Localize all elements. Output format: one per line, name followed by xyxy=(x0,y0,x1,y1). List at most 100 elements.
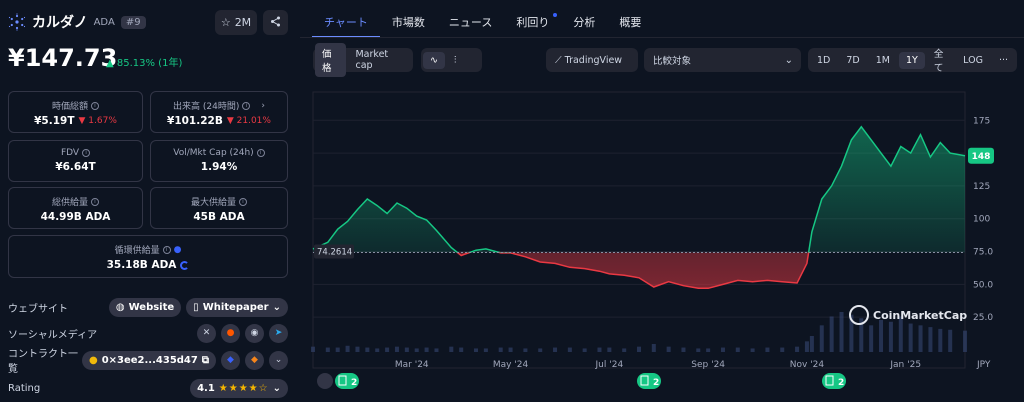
coin-info-panel: カルダノ ADA #9 ☆ 2M ¥147.73 ▲ 85.13% (1年) 時… xyxy=(0,0,296,402)
data-point xyxy=(638,277,640,279)
website-button[interactable]: ◍ Website xyxy=(108,297,182,317)
data-point xyxy=(623,274,625,276)
wallet-icon[interactable]: ◆ xyxy=(221,350,240,370)
compare-select[interactable]: 比較対象 ⌄ xyxy=(644,48,801,72)
volume-bar xyxy=(474,348,478,352)
range-1m-button[interactable]: 1M xyxy=(869,52,897,69)
market-cap-value: ¥5.19T xyxy=(34,115,75,127)
volume-bar xyxy=(414,348,419,352)
volume-bar xyxy=(622,348,627,352)
y-tick-label: 100 xyxy=(973,215,990,225)
info-icon[interactable]: i xyxy=(256,149,265,157)
price-chart[interactable]: 25.0 50.0 75.0 100 125 175 Mar '24 May '24 Jul '… xyxy=(300,84,1024,402)
y-tick-label: 125 xyxy=(973,182,990,192)
tradingview-button[interactable]: ⟋ TradingView xyxy=(546,48,638,72)
volume-bar xyxy=(666,346,671,352)
volume-bar xyxy=(553,347,558,352)
coin-name: カルダノ xyxy=(32,15,88,31)
range-all-button[interactable]: 全て xyxy=(927,43,954,77)
volume-bar xyxy=(839,312,844,352)
info-icon[interactable]: i xyxy=(91,197,99,206)
volume-value: ¥101.22B xyxy=(167,115,223,127)
whitepaper-button[interactable]: ▯ Whitepaper ⌄ xyxy=(186,297,288,317)
circulating-supply-card: 循環供給量 i ● 35.18B ADA xyxy=(8,235,288,278)
max-supply-card: 最大供給量 i 45B ADA xyxy=(150,187,288,229)
cardano-logo-icon xyxy=(8,13,26,31)
tab-markets[interactable]: 市場数 xyxy=(380,8,437,38)
candlestick-icon[interactable]: ⫶ xyxy=(447,52,463,69)
circulating-label: 循環供給量 xyxy=(114,246,160,256)
reddit-icon[interactable]: ● xyxy=(221,323,240,343)
data-point xyxy=(436,230,438,232)
info-icon[interactable]: i xyxy=(239,197,247,206)
data-point xyxy=(707,287,709,289)
volume-bar xyxy=(819,325,824,352)
event-badge-count: 2 xyxy=(653,378,659,388)
x-tick-label: May '24 xyxy=(493,360,529,370)
chevron-down-icon[interactable]: ⌄ xyxy=(269,350,288,370)
telegram-icon[interactable]: ➤ xyxy=(269,323,288,343)
range-1d-button[interactable]: 1D xyxy=(810,52,837,69)
data-point xyxy=(347,221,349,223)
volume-bar xyxy=(375,348,380,352)
volume-bar xyxy=(637,346,641,352)
info-icon[interactable]: i xyxy=(162,245,171,254)
star-rating-icon: ★★★★☆ xyxy=(218,382,269,394)
volume-card[interactable]: 出来高 (24時間) i › ¥101.22B ▼ 21.01% xyxy=(150,91,288,133)
contract-address-button[interactable]: ● 0×3ee2...435d47 ⧉ xyxy=(81,350,216,370)
volume-bar xyxy=(449,346,454,352)
y-tick-label: 25.0 xyxy=(973,313,993,323)
rating-button[interactable]: 4.1 ★★★★☆ ⌄ xyxy=(190,378,288,398)
copy-icon[interactable]: ⧉ xyxy=(202,355,209,366)
github-icon[interactable]: ◉ xyxy=(245,323,264,343)
tab-about[interactable]: 概要 xyxy=(607,8,653,38)
tab-chart[interactable]: チャート xyxy=(312,8,380,38)
data-point xyxy=(525,256,527,258)
range-7d-button[interactable]: 7D xyxy=(839,52,866,69)
volume-bar xyxy=(498,347,503,352)
currency-label: JPY xyxy=(976,360,991,370)
data-point xyxy=(851,139,853,141)
price-chart-svg: 25.0 50.0 75.0 100 125 175 Mar '24 May '24 Jul '… xyxy=(311,91,994,389)
star-icon: ☆ xyxy=(220,16,231,29)
volume-bar xyxy=(311,346,315,352)
share-button[interactable] xyxy=(263,10,288,35)
price-toggle-button[interactable]: 価格 xyxy=(315,43,347,77)
range-toggle: 1D 7D 1M 1Y 全て LOG ··· xyxy=(808,48,1017,74)
progress-ring-icon xyxy=(180,260,190,270)
vol-mcap-value: 1.94% xyxy=(200,161,238,173)
tab-news[interactable]: ニュース xyxy=(437,8,504,38)
data-point xyxy=(920,134,922,136)
vol-mcap-card: Vol/Mkt Cap (24h) i 1.94% xyxy=(150,140,288,182)
contract-label: コントラクト一覧 xyxy=(8,349,78,375)
data-point xyxy=(930,156,932,158)
social-label: ソーシャルメディア xyxy=(8,329,98,341)
social-row: ソーシャルメディア ✕ ● ◉ ➤ xyxy=(8,323,288,343)
x-twitter-icon[interactable]: ✕ xyxy=(197,323,216,343)
market-cap-toggle-button[interactable]: Market cap xyxy=(348,46,411,74)
range-1y-button[interactable]: 1Y xyxy=(898,51,925,69)
website-label: ウェブサイト xyxy=(8,303,68,315)
data-point xyxy=(539,261,541,263)
log-scale-button[interactable]: LOG xyxy=(956,52,990,69)
info-icon[interactable]: i xyxy=(82,149,91,157)
line-chart-icon[interactable]: ∿ xyxy=(423,51,445,69)
more-options-button[interactable]: ··· xyxy=(992,52,1015,69)
volume-bar xyxy=(434,348,439,352)
watchlist-button[interactable]: ☆ 2M xyxy=(215,10,257,35)
volume-bar xyxy=(938,328,943,352)
tab-analysis[interactable]: 分析 xyxy=(561,8,607,38)
data-point xyxy=(831,185,833,187)
chevron-down-icon: ⌄ xyxy=(272,301,281,313)
data-point xyxy=(584,268,586,270)
y-tick-label: 50.0 xyxy=(973,280,993,290)
volume-bar xyxy=(869,325,874,352)
metamask-icon[interactable]: ◆ xyxy=(245,350,264,370)
tab-yield[interactable]: 利回り xyxy=(504,8,561,38)
rating-label: Rating xyxy=(8,382,41,394)
x-tick-label: Mar '24 xyxy=(395,360,429,370)
info-icon[interactable]: i xyxy=(91,101,99,110)
info-icon[interactable]: i xyxy=(242,101,251,110)
volume-bar xyxy=(345,345,350,352)
bnb-chain-icon: ● xyxy=(88,354,98,366)
